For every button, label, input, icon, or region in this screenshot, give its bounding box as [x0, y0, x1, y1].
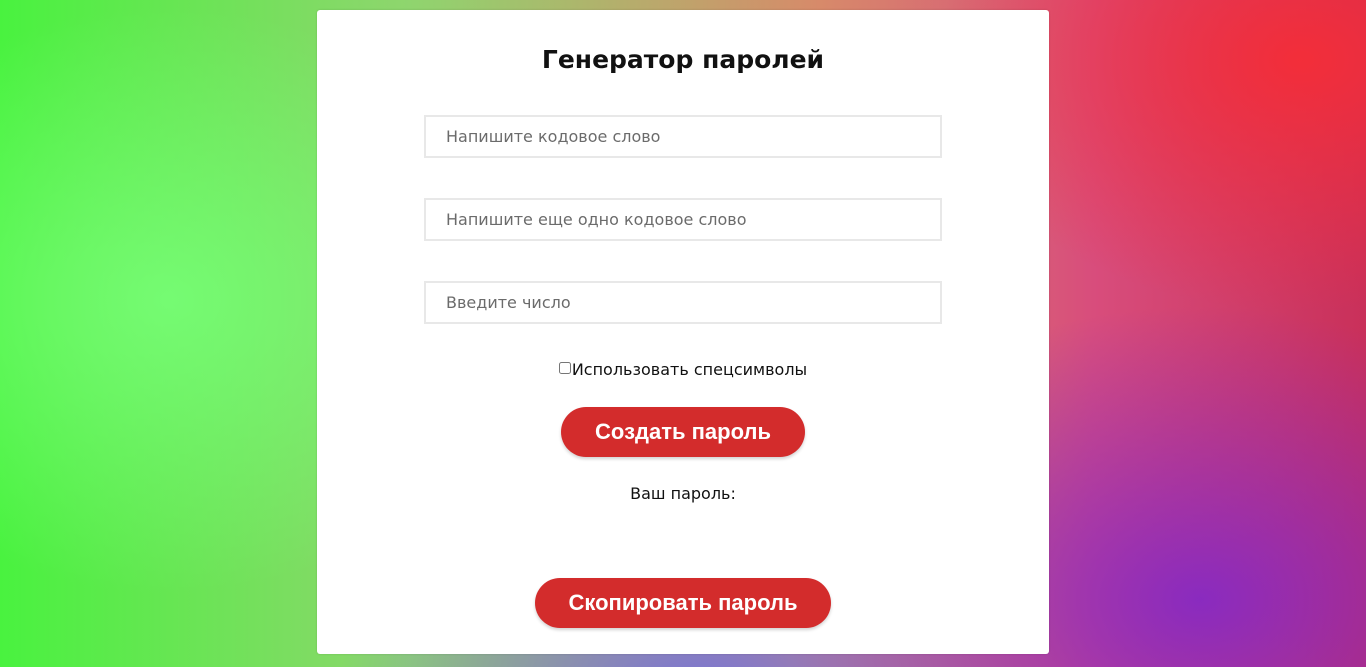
special-chars-checkbox[interactable] [558, 362, 571, 374]
special-chars-row: Использовать спецсимволы [317, 360, 1049, 379]
password-output [317, 515, 1049, 535]
page-title: Генератор паролей [541, 45, 825, 74]
generator-card: Генератор паролей Использовать спецсимво… [317, 10, 1049, 654]
create-password-button[interactable]: Создать пароль [561, 407, 805, 457]
number-input[interactable] [424, 281, 942, 324]
result-label: Ваш пароль: [630, 484, 736, 503]
second-codeword-input[interactable] [424, 198, 942, 241]
codeword-input[interactable] [424, 115, 942, 158]
special-chars-label[interactable]: Использовать спецсимволы [572, 360, 807, 379]
copy-password-button[interactable]: Скопировать пароль [535, 578, 831, 628]
